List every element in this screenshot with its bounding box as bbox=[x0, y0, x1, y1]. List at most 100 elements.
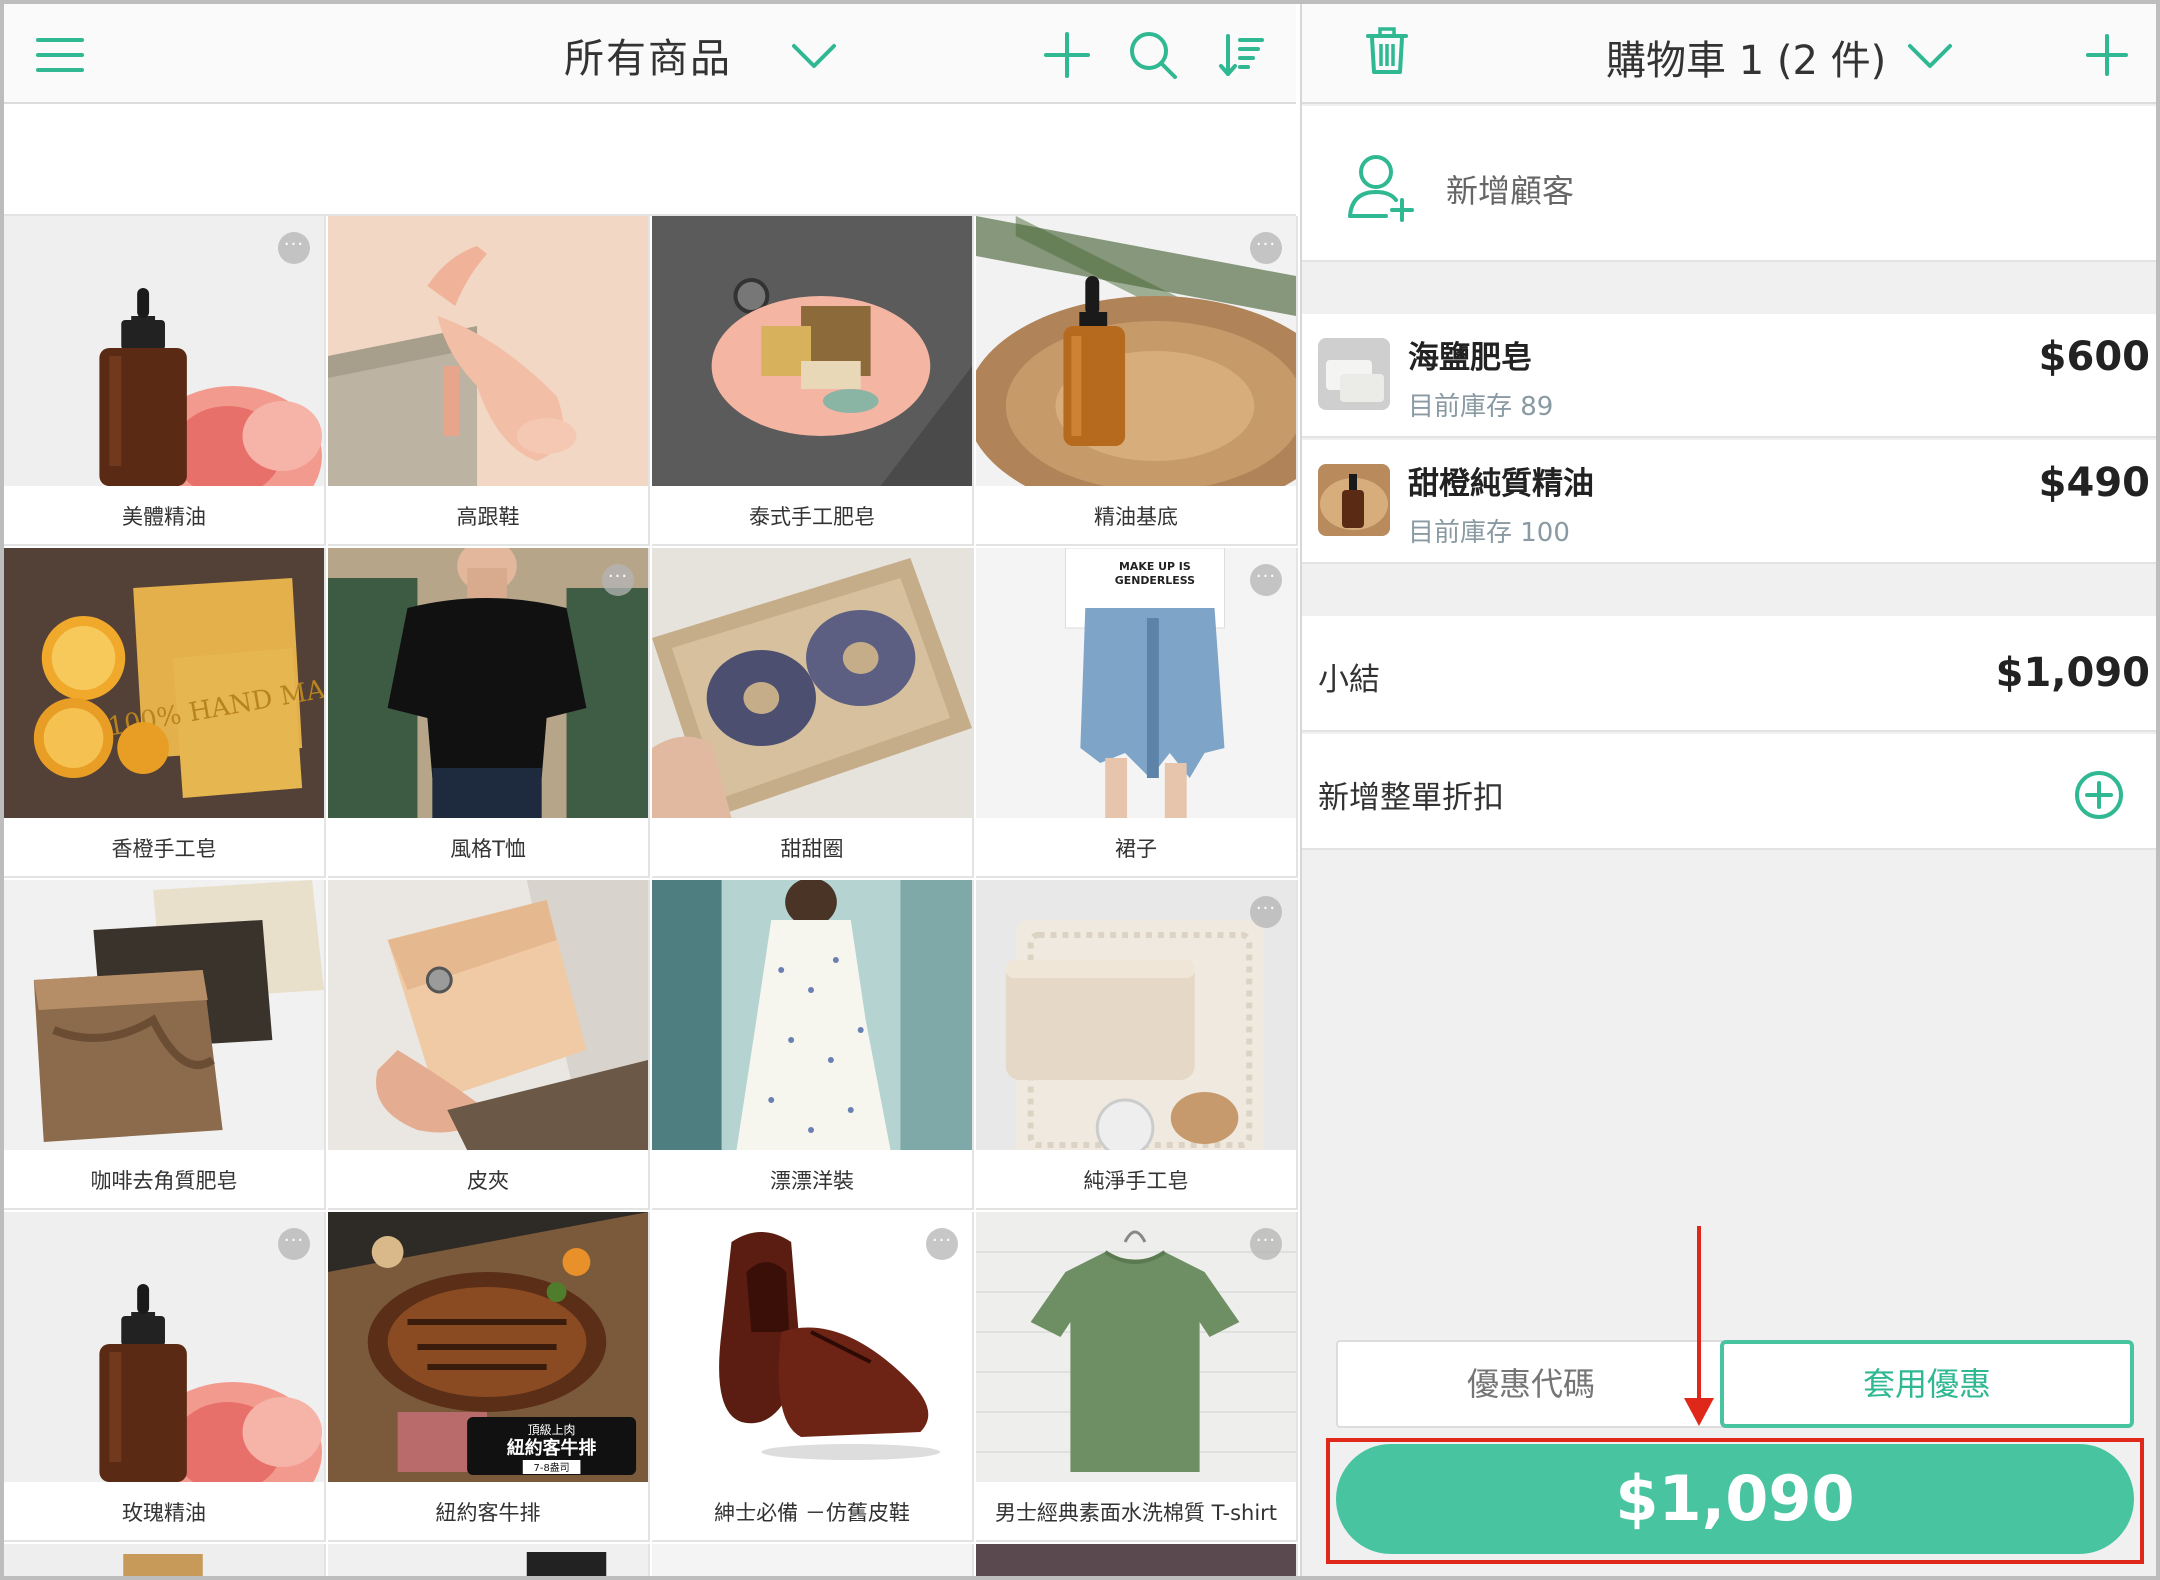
product-image bbox=[652, 1544, 972, 1576]
product-image bbox=[328, 1544, 648, 1576]
product-name: 美體精油 bbox=[122, 505, 206, 529]
add-discount-row[interactable]: 新增整單折扣 bbox=[1302, 734, 2156, 850]
product-name: 精油基底 bbox=[1094, 505, 1178, 529]
plus-circle-icon[interactable] bbox=[2074, 770, 2124, 820]
product-tile[interactable]: ··· 男士經典素面水洗棉質 T-shirt bbox=[976, 1212, 1298, 1542]
product-tile[interactable]: 頂級上肉 紐約客牛排 7-8盎司 紐約客牛排 bbox=[328, 1212, 650, 1542]
product-name: 泰式手工肥皂 bbox=[749, 505, 875, 529]
products-pane: 所有商品 ··· 美體精油 高跟鞋 泰式手工肥皂 ··· 精油基底 100% H… bbox=[4, 4, 1298, 1576]
product-image bbox=[976, 1212, 1296, 1482]
subtotal-label: 小結 bbox=[1318, 662, 1380, 698]
product-tile[interactable]: 泰式手工肥皂 bbox=[652, 216, 974, 546]
product-image bbox=[976, 1544, 1296, 1576]
more-options-icon[interactable]: ··· bbox=[278, 1228, 310, 1260]
product-image bbox=[652, 1212, 972, 1482]
filter-bar bbox=[4, 106, 1296, 216]
more-options-icon[interactable]: ··· bbox=[1250, 1228, 1282, 1260]
add-customer-row[interactable]: 新增顧客 bbox=[1302, 106, 2156, 262]
product-tile[interactable]: ··· 紳士必備 －仿舊皮鞋 bbox=[652, 1212, 974, 1542]
checkout-button[interactable]: $1,090 bbox=[1336, 1444, 2134, 1554]
product-tile[interactable]: 咖啡去角質肥皂 bbox=[4, 880, 326, 1210]
menu-icon[interactable] bbox=[36, 38, 84, 72]
product-name: 風格T恤 bbox=[450, 837, 526, 861]
annotation-arrow bbox=[1697, 1226, 1701, 1400]
cart-item-price: $490 bbox=[2038, 460, 2150, 506]
cart-item-thumbnail bbox=[1318, 338, 1390, 410]
product-image bbox=[328, 880, 648, 1150]
products-toolbar: 所有商品 bbox=[4, 4, 1296, 104]
product-name: 玫瑰精油 bbox=[122, 1501, 206, 1525]
product-tile[interactable]: ··· 玫瑰精油 bbox=[4, 1212, 326, 1542]
product-tile[interactable] bbox=[4, 1544, 326, 1576]
steak-label-main: 紐約客牛排 bbox=[507, 1437, 596, 1459]
more-options-icon[interactable]: ··· bbox=[1250, 896, 1282, 928]
product-name: 男士經典素面水洗棉質 T-shirt bbox=[994, 1501, 1278, 1525]
product-image bbox=[4, 880, 324, 1150]
product-image bbox=[328, 216, 648, 486]
product-image: 頂級上肉 紐約客牛排 7-8盎司 bbox=[328, 1212, 648, 1482]
product-tile[interactable] bbox=[328, 1544, 650, 1576]
steak-label-top: 頂級上肉 bbox=[528, 1423, 576, 1437]
product-tile[interactable] bbox=[652, 1544, 974, 1576]
product-tile[interactable]: MAKE UP IS GENDERLESS ··· 裙子 bbox=[976, 548, 1298, 878]
more-options-icon[interactable]: ··· bbox=[602, 564, 634, 596]
steak-label-sub: 7-8盎司 bbox=[534, 1461, 570, 1474]
product-name: 漂漂洋裝 bbox=[770, 1169, 854, 1193]
coupon-code-input[interactable] bbox=[1336, 1340, 1726, 1428]
more-options-icon[interactable]: ··· bbox=[1250, 564, 1282, 596]
product-name: 紐約客牛排 bbox=[435, 1501, 541, 1525]
cart-item-price: $600 bbox=[2038, 334, 2150, 380]
product-tile[interactable]: ··· 風格T恤 bbox=[328, 548, 650, 878]
product-image bbox=[4, 1212, 324, 1482]
cart-item[interactable]: 海鹽肥皂 目前庫存 89 $600 bbox=[1302, 314, 2156, 438]
add-customer-label: 新增顧客 bbox=[1446, 172, 1575, 210]
subtotal-value: $1,090 bbox=[1995, 650, 2150, 696]
trash-icon[interactable] bbox=[1362, 26, 1412, 76]
cart-toolbar: 購物車 1 (2 件) bbox=[1302, 4, 2156, 104]
app-window: 所有商品 ··· 美體精油 高跟鞋 泰式手工肥皂 ··· 精油基底 100% H… bbox=[0, 0, 2160, 1580]
product-image: MAKE UP IS GENDERLESS bbox=[976, 548, 1296, 818]
product-tile[interactable]: ··· 美體精油 bbox=[4, 216, 326, 546]
product-image bbox=[328, 548, 648, 818]
product-image bbox=[976, 216, 1296, 486]
product-image: 100% HAND MADE bbox=[4, 548, 324, 818]
page-title[interactable]: 所有商品 bbox=[564, 26, 732, 84]
search-icon[interactable] bbox=[1128, 30, 1178, 80]
sort-icon[interactable] bbox=[1218, 30, 1268, 80]
product-name: 皮夾 bbox=[467, 1169, 509, 1193]
cart-item-name: 甜橙純質精油 bbox=[1408, 466, 1594, 502]
product-tile[interactable]: ··· 純淨手工皂 bbox=[976, 880, 1298, 1210]
cart-item-stock: 目前庫存 100 bbox=[1408, 518, 1570, 548]
chevron-down-icon[interactable] bbox=[790, 40, 838, 70]
product-image bbox=[4, 1544, 324, 1576]
product-name: 香橙手工皂 bbox=[111, 837, 217, 861]
product-name: 紳士必備 －仿舊皮鞋 bbox=[714, 1501, 910, 1525]
product-tile[interactable]: ··· 精油基底 bbox=[976, 216, 1298, 546]
product-name: 純淨手工皂 bbox=[1083, 1169, 1189, 1193]
more-options-icon[interactable]: ··· bbox=[926, 1228, 958, 1260]
svg-text:GENDERLESS: GENDERLESS bbox=[1115, 574, 1195, 587]
product-name: 甜甜圈 bbox=[780, 837, 844, 861]
product-tile[interactable]: 皮夾 bbox=[328, 880, 650, 1210]
product-image bbox=[652, 880, 972, 1150]
product-tile[interactable] bbox=[976, 1544, 1298, 1576]
add-user-icon bbox=[1346, 152, 1416, 222]
cart-item-thumbnail bbox=[1318, 464, 1390, 536]
add-discount-label: 新增整單折扣 bbox=[1318, 780, 1504, 816]
product-name: 裙子 bbox=[1115, 837, 1157, 861]
product-image bbox=[4, 216, 324, 486]
more-options-icon[interactable]: ··· bbox=[278, 232, 310, 264]
more-options-icon[interactable]: ··· bbox=[1250, 232, 1282, 264]
cart-title[interactable]: 購物車 1 (2 件) bbox=[1606, 28, 1886, 86]
apply-coupon-button[interactable]: 套用優惠 bbox=[1720, 1340, 2134, 1428]
product-tile[interactable]: 高跟鞋 bbox=[328, 216, 650, 546]
plus-icon[interactable] bbox=[2082, 30, 2132, 80]
product-tile[interactable]: 甜甜圈 bbox=[652, 548, 974, 878]
product-name: 咖啡去角質肥皂 bbox=[90, 1169, 238, 1193]
chevron-down-icon[interactable] bbox=[1906, 40, 1954, 70]
product-tile[interactable]: 100% HAND MADE 香橙手工皂 bbox=[4, 548, 326, 878]
product-tile[interactable]: 漂漂洋裝 bbox=[652, 880, 974, 1210]
plus-icon[interactable] bbox=[1042, 30, 1092, 80]
cart-item[interactable]: 甜橙純質精油 目前庫存 100 $490 bbox=[1302, 440, 2156, 564]
cart-pane: 購物車 1 (2 件) 新增顧客 海鹽肥皂 目前庫存 89 $600 甜橙純質精… bbox=[1300, 4, 2156, 1576]
